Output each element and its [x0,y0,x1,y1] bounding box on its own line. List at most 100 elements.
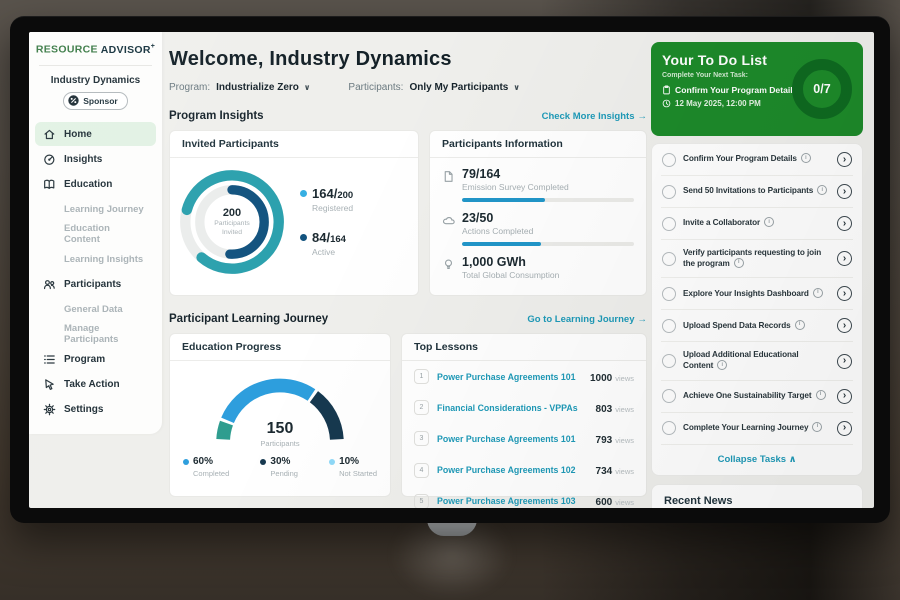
task-open-button[interactable]: › [837,318,852,333]
lesson-title-link[interactable]: Power Purchase Agreements 101 [437,434,576,444]
progress-bar [462,198,634,202]
gauge-legend: 60% Completed 30% Pending 10% Not Starte… [170,450,390,478]
sponsor-icon [68,95,79,106]
task-row[interactable]: Upload Spend Data Recordsi › [661,310,853,342]
sidebar-item-take-action[interactable]: Take Action [35,372,156,396]
info-icon: i [734,258,744,268]
task-row[interactable]: Confirm Your Program Detailsi › [661,144,853,176]
lesson-row: 3 Power Purchase Agreements 101 793views [402,423,646,454]
donut-center-label: ParticipantsInvited [214,220,250,237]
task-open-button[interactable]: › [837,184,852,199]
task-open-button[interactable]: › [837,354,852,369]
task-checkbox[interactable] [662,217,676,231]
check-more-insights-link[interactable]: Check More Insights→ [542,111,647,122]
task-open-button[interactable]: › [837,216,852,231]
task-open-button[interactable]: › [837,152,852,167]
sidebar-item-learning-journey[interactable]: Learning Journey [35,197,156,221]
lesson-title-link[interactable]: Power Purchase Agreements 103 [437,496,576,506]
document-icon [442,167,462,202]
go-to-learning-journey-link[interactable]: Go to Learning Journey→ [527,314,647,325]
top-lessons-card: Top Lessons 1 Power Purchase Agreements … [401,333,647,497]
sidebar: RESOURCEADVISOR+ Industry Dynamics Spons… [29,32,162,434]
sponsor-badge[interactable]: Sponsor [63,92,127,110]
collapse-tasks-link[interactable]: Collapse Tasks ∧ [661,445,853,475]
home-icon [43,127,57,141]
task-open-button[interactable]: › [837,389,852,404]
gear-icon [43,402,57,416]
sidebar-item-manage-participants[interactable]: Manage Participants [35,322,156,346]
sidebar-item-learning-insights[interactable]: Learning Insights [35,247,156,271]
chevron-up-icon: ∧ [789,454,797,465]
sidebar-item-settings[interactable]: Settings [35,397,156,421]
lesson-rank: 4 [414,463,429,478]
sidebar-item-education-content[interactable]: Education Content [35,222,156,246]
program-insights-header: Program Insights Check More Insights→ [169,110,647,122]
sidebar-item-label: Home [64,129,92,140]
task-row[interactable]: Upload Additional Educational Contenti › [661,342,853,380]
task-checkbox[interactable] [662,319,676,333]
education-gauge-chart: 150 Participants [202,365,358,450]
task-checkbox[interactable] [662,389,676,403]
legend-item-pending: 30% Pending [260,456,298,478]
lesson-row: 4 Power Purchase Agreements 102 734views [402,455,646,486]
sidebar-item-label: Education Content [64,223,148,245]
task-open-button[interactable]: › [837,421,852,436]
lesson-title-link[interactable]: Power Purchase Agreements 101 [437,372,576,382]
sidebar-item-label: Learning Journey [64,204,144,215]
task-row[interactable]: Verify participants requesting to join t… [661,240,853,278]
sidebar-item-label: Education [64,179,112,190]
task-label: Achieve One Sustainability Target [683,391,812,400]
task-checkbox[interactable] [662,185,676,199]
task-label: Confirm Your Program Details [683,154,797,163]
task-label: Invite a Collaborator [683,218,760,227]
sidebar-item-participants[interactable]: Participants [35,272,156,296]
lesson-rank: 1 [414,369,429,384]
task-checkbox[interactable] [662,354,676,368]
task-open-button[interactable]: › [837,286,852,301]
task-checkbox[interactable] [662,421,676,435]
sidebar-item-general-data[interactable]: General Data [35,297,156,321]
program-filter-label: Program: [169,82,210,93]
program-filter-dropdown[interactable]: Industrialize Zero ∨ [216,82,310,93]
task-label: Complete Your Learning Journey [683,423,808,432]
task-label: Explore Your Insights Dashboard [683,289,809,298]
chevron-down-icon: ∨ [304,83,311,92]
section-title: Participant Learning Journey [169,313,328,325]
stat-emission-survey: 79/164 Emission Survey Completed [442,167,634,202]
legend-dot [300,234,307,241]
task-row[interactable]: Invite a Collaboratori › [661,208,853,240]
dashboard-screen: RESOURCEADVISOR+ Industry Dynamics Spons… [29,32,874,508]
task-row[interactable]: Achieve One Sustainability Targeti › [661,381,853,413]
list-icon [43,352,57,366]
legend-item-registered: 164/ 200 Registered [300,186,353,213]
task-open-button[interactable]: › [837,251,852,266]
card-title: Education Progress [170,334,390,361]
task-row[interactable]: Complete Your Learning Journeyi › [661,413,853,445]
sidebar-item-insights[interactable]: Insights [35,147,156,171]
lesson-title-link[interactable]: Financial Considerations - VPPAs [437,403,578,413]
task-checkbox[interactable] [662,252,676,266]
task-label: Upload Additional Educational Content [683,350,799,370]
task-checkbox[interactable] [662,287,676,301]
participants-filter-dropdown[interactable]: Only My Participants ∨ [409,82,519,93]
legend-item-not-started: 10% Not Started [329,456,377,478]
sidebar-item-education[interactable]: Education [35,172,156,196]
main-content: Welcome, Industry Dynamics Program: Indu… [169,32,647,497]
sidebar-item-program[interactable]: Program [35,347,156,371]
program-filter-value: Industrialize Zero [216,82,299,93]
monitor-frame: RESOURCEADVISOR+ Industry Dynamics Spons… [10,16,890,523]
sidebar-item-label: Settings [64,404,103,415]
task-row[interactable]: Explore Your Insights Dashboardi › [661,278,853,310]
brand-secondary: ADVISOR [101,44,151,56]
arrow-right-icon: → [638,314,648,325]
sidebar-item-home[interactable]: Home [35,122,156,146]
info-icon: i [717,360,727,370]
users-icon [43,277,57,291]
cloud-icon [442,211,462,246]
clock-icon [662,99,671,108]
task-checkbox[interactable] [662,153,676,167]
sidebar-item-label: Insights [64,154,102,165]
lesson-title-link[interactable]: Power Purchase Agreements 102 [437,465,576,475]
task-row[interactable]: Send 50 Invitations to Participantsi › [661,176,853,208]
brand-plus: + [151,43,155,50]
